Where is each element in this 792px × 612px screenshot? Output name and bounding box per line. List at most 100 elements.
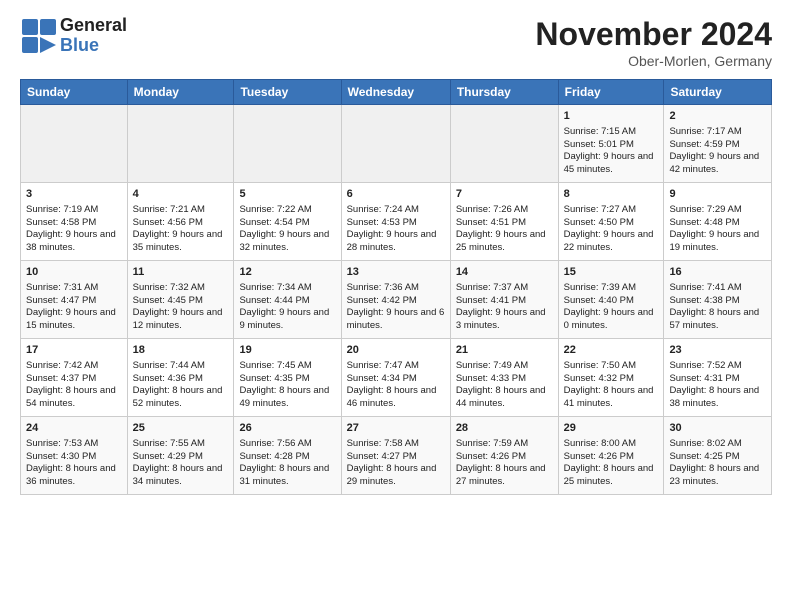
day-info: Daylight: 9 hours and 25 minutes. bbox=[456, 229, 553, 255]
day-info: Daylight: 8 hours and 46 minutes. bbox=[347, 385, 445, 411]
location-subtitle: Ober-Morlen, Germany bbox=[535, 53, 772, 69]
calendar-week-1: 1Sunrise: 7:15 AMSunset: 5:01 PMDaylight… bbox=[21, 105, 772, 183]
day-info: Sunset: 4:35 PM bbox=[239, 373, 335, 386]
calendar-cell: 16Sunrise: 7:41 AMSunset: 4:38 PMDayligh… bbox=[664, 261, 772, 339]
day-info: Sunset: 4:48 PM bbox=[669, 217, 766, 230]
calendar-week-3: 10Sunrise: 7:31 AMSunset: 4:47 PMDayligh… bbox=[21, 261, 772, 339]
day-info: Daylight: 8 hours and 23 minutes. bbox=[669, 463, 766, 489]
day-info: Sunrise: 7:37 AM bbox=[456, 282, 553, 295]
day-info: Daylight: 9 hours and 9 minutes. bbox=[239, 307, 335, 333]
day-info: Sunrise: 7:15 AM bbox=[564, 126, 659, 139]
day-info: Sunset: 4:36 PM bbox=[133, 373, 229, 386]
day-info: Daylight: 9 hours and 35 minutes. bbox=[133, 229, 229, 255]
day-info: Sunrise: 7:21 AM bbox=[133, 204, 229, 217]
day-info: Sunset: 4:45 PM bbox=[133, 295, 229, 308]
day-info: Daylight: 8 hours and 57 minutes. bbox=[669, 307, 766, 333]
day-number: 27 bbox=[347, 421, 445, 436]
day-number: 25 bbox=[133, 421, 229, 436]
day-number: 29 bbox=[564, 421, 659, 436]
logo-icon bbox=[20, 17, 58, 55]
day-info: Sunrise: 7:39 AM bbox=[564, 282, 659, 295]
calendar-cell: 19Sunrise: 7:45 AMSunset: 4:35 PMDayligh… bbox=[234, 339, 341, 417]
day-info: Daylight: 8 hours and 27 minutes. bbox=[456, 463, 553, 489]
day-info: Sunset: 4:51 PM bbox=[456, 217, 553, 230]
day-info: Daylight: 9 hours and 45 minutes. bbox=[564, 151, 659, 177]
day-info: Sunrise: 7:53 AM bbox=[26, 438, 122, 451]
day-info: Sunrise: 7:31 AM bbox=[26, 282, 122, 295]
day-info: Sunrise: 7:44 AM bbox=[133, 360, 229, 373]
page: General Blue November 2024 Ober-Morlen, … bbox=[0, 0, 792, 505]
day-info: Sunrise: 7:49 AM bbox=[456, 360, 553, 373]
calendar-week-2: 3Sunrise: 7:19 AMSunset: 4:58 PMDaylight… bbox=[21, 183, 772, 261]
day-info: Sunset: 4:27 PM bbox=[347, 451, 445, 464]
day-info: Sunset: 4:25 PM bbox=[669, 451, 766, 464]
day-info: Sunrise: 7:24 AM bbox=[347, 204, 445, 217]
day-number: 23 bbox=[669, 343, 766, 358]
calendar-week-4: 17Sunrise: 7:42 AMSunset: 4:37 PMDayligh… bbox=[21, 339, 772, 417]
day-info: Sunrise: 7:50 AM bbox=[564, 360, 659, 373]
day-number: 30 bbox=[669, 421, 766, 436]
day-info: Sunrise: 7:34 AM bbox=[239, 282, 335, 295]
calendar-cell: 3Sunrise: 7:19 AMSunset: 4:58 PMDaylight… bbox=[21, 183, 128, 261]
day-info: Sunset: 4:41 PM bbox=[456, 295, 553, 308]
day-info: Daylight: 9 hours and 22 minutes. bbox=[564, 229, 659, 255]
calendar-cell bbox=[127, 105, 234, 183]
day-number: 18 bbox=[133, 343, 229, 358]
calendar-week-5: 24Sunrise: 7:53 AMSunset: 4:30 PMDayligh… bbox=[21, 417, 772, 495]
day-number: 9 bbox=[669, 187, 766, 202]
day-number: 11 bbox=[133, 265, 229, 280]
day-info: Sunset: 5:01 PM bbox=[564, 139, 659, 152]
calendar-cell: 13Sunrise: 7:36 AMSunset: 4:42 PMDayligh… bbox=[341, 261, 450, 339]
calendar-table: SundayMondayTuesdayWednesdayThursdayFrid… bbox=[20, 79, 772, 495]
logo-blue: Blue bbox=[60, 36, 127, 56]
day-number: 22 bbox=[564, 343, 659, 358]
calendar-cell: 17Sunrise: 7:42 AMSunset: 4:37 PMDayligh… bbox=[21, 339, 128, 417]
calendar-cell: 21Sunrise: 7:49 AMSunset: 4:33 PMDayligh… bbox=[450, 339, 558, 417]
day-info: Sunset: 4:53 PM bbox=[347, 217, 445, 230]
day-info: Sunrise: 8:00 AM bbox=[564, 438, 659, 451]
calendar-cell bbox=[341, 105, 450, 183]
day-info: Sunset: 4:58 PM bbox=[26, 217, 122, 230]
day-number: 26 bbox=[239, 421, 335, 436]
day-info: Sunrise: 7:26 AM bbox=[456, 204, 553, 217]
day-info: Sunrise: 7:42 AM bbox=[26, 360, 122, 373]
day-info: Sunset: 4:29 PM bbox=[133, 451, 229, 464]
calendar-cell: 29Sunrise: 8:00 AMSunset: 4:26 PMDayligh… bbox=[558, 417, 664, 495]
title-area: November 2024 Ober-Morlen, Germany bbox=[535, 16, 772, 69]
day-info: Sunrise: 7:29 AM bbox=[669, 204, 766, 217]
col-header-friday: Friday bbox=[558, 80, 664, 105]
day-number: 15 bbox=[564, 265, 659, 280]
day-info: Daylight: 9 hours and 12 minutes. bbox=[133, 307, 229, 333]
calendar-cell: 1Sunrise: 7:15 AMSunset: 5:01 PMDaylight… bbox=[558, 105, 664, 183]
day-number: 8 bbox=[564, 187, 659, 202]
day-info: Daylight: 9 hours and 19 minutes. bbox=[669, 229, 766, 255]
calendar-cell: 28Sunrise: 7:59 AMSunset: 4:26 PMDayligh… bbox=[450, 417, 558, 495]
day-info: Daylight: 8 hours and 49 minutes. bbox=[239, 385, 335, 411]
calendar-cell: 18 Sunrise: 7:44 AMSunset: 4:36 PMDayligh… bbox=[127, 339, 234, 417]
day-info: Sunset: 4:40 PM bbox=[564, 295, 659, 308]
day-number: 19 bbox=[239, 343, 335, 358]
day-number: 14 bbox=[456, 265, 553, 280]
day-number: 21 bbox=[456, 343, 553, 358]
day-info: Sunrise: 7:52 AM bbox=[669, 360, 766, 373]
calendar-cell bbox=[21, 105, 128, 183]
day-info: Sunrise: 7:47 AM bbox=[347, 360, 445, 373]
day-info: Sunrise: 7:55 AM bbox=[133, 438, 229, 451]
day-number: 5 bbox=[239, 187, 335, 202]
calendar-cell: 24Sunrise: 7:53 AMSunset: 4:30 PMDayligh… bbox=[21, 417, 128, 495]
day-info: Daylight: 9 hours and 6 minutes. bbox=[347, 307, 445, 333]
day-info: Daylight: 9 hours and 0 minutes. bbox=[564, 307, 659, 333]
day-info: Daylight: 8 hours and 52 minutes. bbox=[133, 385, 229, 411]
calendar-cell: 14Sunrise: 7:37 AMSunset: 4:41 PMDayligh… bbox=[450, 261, 558, 339]
day-info: Daylight: 9 hours and 28 minutes. bbox=[347, 229, 445, 255]
day-info: Daylight: 8 hours and 44 minutes. bbox=[456, 385, 553, 411]
day-info: Sunset: 4:26 PM bbox=[456, 451, 553, 464]
col-header-saturday: Saturday bbox=[664, 80, 772, 105]
day-info: Sunset: 4:50 PM bbox=[564, 217, 659, 230]
day-info: Sunset: 4:31 PM bbox=[669, 373, 766, 386]
day-info: Sunset: 4:38 PM bbox=[669, 295, 766, 308]
col-header-sunday: Sunday bbox=[21, 80, 128, 105]
day-info: Sunrise: 7:56 AM bbox=[239, 438, 335, 451]
calendar-cell: 5Sunrise: 7:22 AMSunset: 4:54 PMDaylight… bbox=[234, 183, 341, 261]
day-info: Daylight: 8 hours and 36 minutes. bbox=[26, 463, 122, 489]
